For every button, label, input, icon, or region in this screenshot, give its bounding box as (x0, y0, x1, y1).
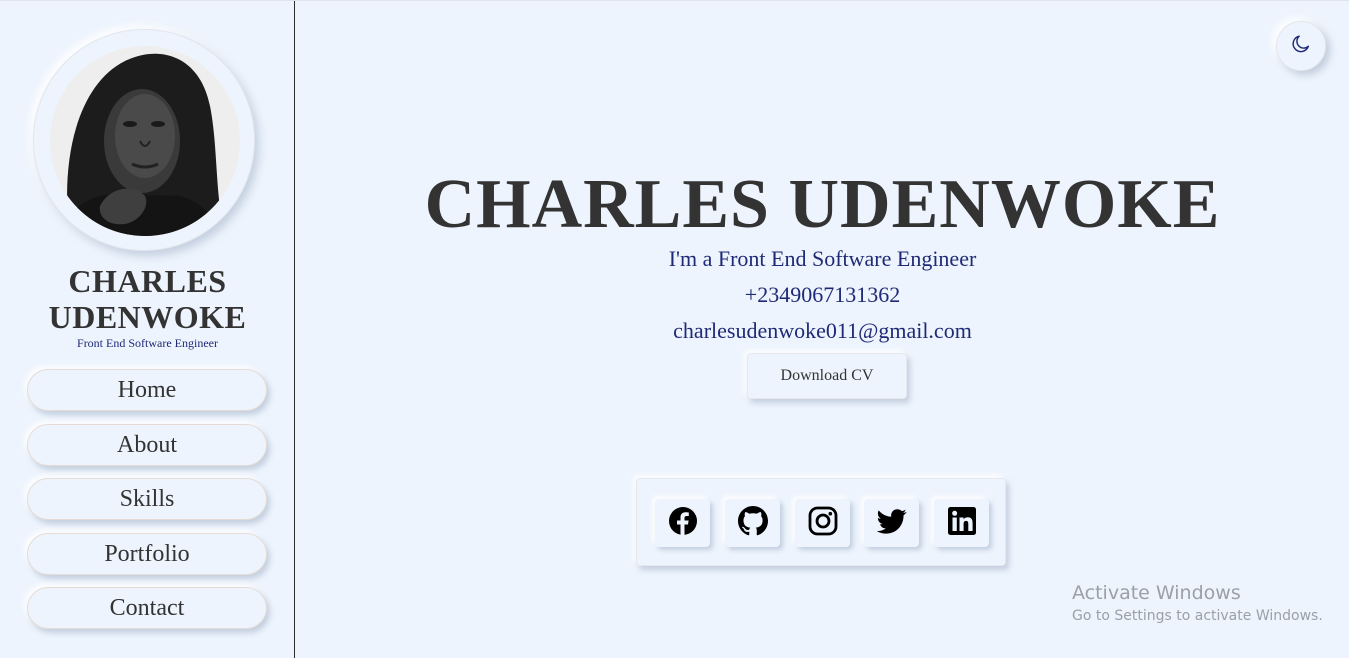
instagram-link[interactable] (795, 499, 850, 547)
facebook-icon (668, 506, 698, 541)
github-icon (737, 505, 768, 541)
sidebar-name-line2: UDENWOKE (48, 299, 247, 335)
sidebar: CHARLES UDENWOKE Front End Software Engi… (0, 1, 295, 658)
linkedin-icon (947, 506, 977, 541)
watermark-subtitle: Go to Settings to activate Windows. (1072, 608, 1323, 624)
twitter-link[interactable] (864, 499, 919, 547)
nav-contact-button[interactable]: Contact (27, 587, 267, 629)
sidebar-name-line1: CHARLES (68, 263, 227, 299)
sidebar-role: Front End Software Engineer (77, 336, 218, 350)
hero-role: I'm a Front End Software Engineer (668, 246, 977, 271)
facebook-link[interactable] (655, 499, 710, 547)
hero-phone: +2349067131362 (744, 282, 901, 307)
hero-email: charlesudenwoke011@gmail.com (673, 318, 972, 343)
github-link[interactable] (725, 499, 780, 547)
social-links (636, 478, 1006, 566)
watermark-title: Activate Windows (1072, 582, 1241, 604)
moon-icon (1290, 33, 1312, 60)
activate-windows-watermark: Activate Windows Go to Settings to activ… (1072, 581, 1323, 627)
nav-home-button[interactable]: Home (27, 369, 267, 411)
sidebar-nav: Home About Skills Portfolio Contact (27, 369, 267, 642)
nav-about-button[interactable]: About (27, 423, 267, 466)
avatar (50, 46, 240, 236)
nav-portfolio-button[interactable]: Portfolio (27, 532, 267, 575)
download-cv-button[interactable]: Download CV (747, 353, 907, 399)
linkedin-link[interactable] (934, 499, 989, 547)
avatar-frame (33, 29, 255, 251)
nav-skills-button[interactable]: Skills (27, 478, 267, 520)
hero-name: CHARLES UDENWOKE (424, 166, 1221, 243)
twitter-icon (876, 506, 907, 541)
theme-toggle-button[interactable] (1276, 21, 1326, 71)
instagram-icon (808, 506, 838, 541)
page: CHARLES UDENWOKE Front End Software Engi… (0, 0, 1349, 658)
